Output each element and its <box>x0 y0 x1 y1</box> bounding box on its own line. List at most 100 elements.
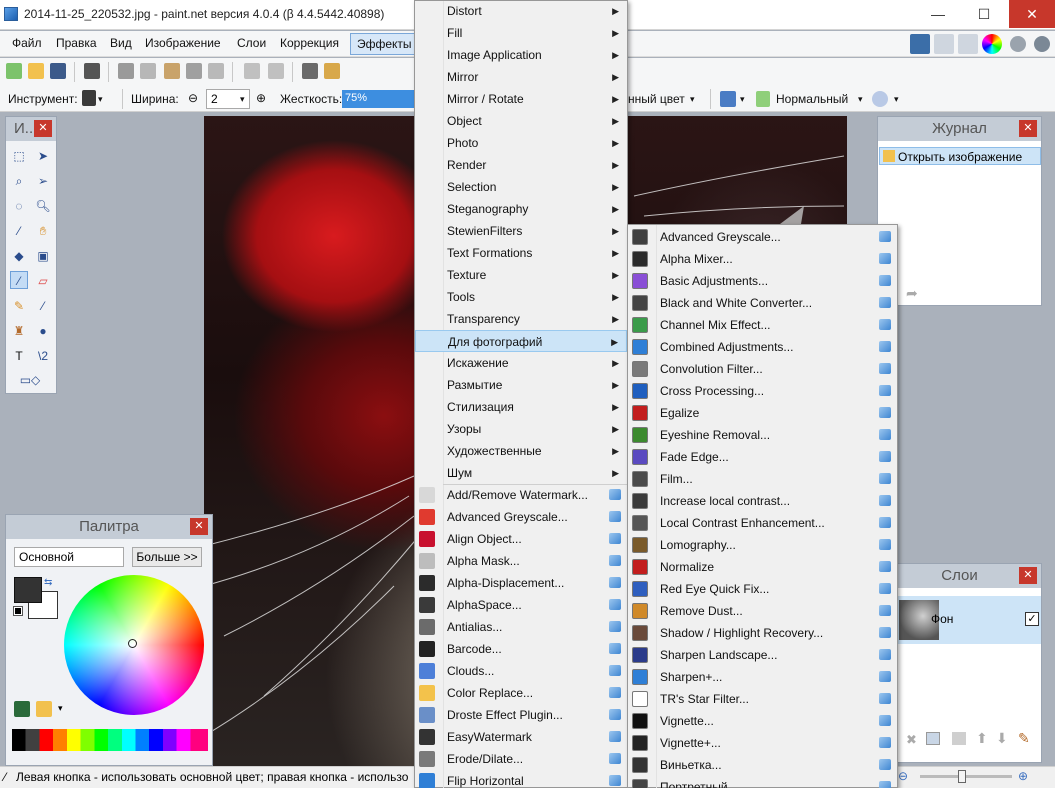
menu-file[interactable]: Файл <box>12 36 42 50</box>
effects-menu-item[interactable]: Erode/Dilate... <box>415 748 627 770</box>
effects-submenu-item[interactable]: Размытие ▶ <box>415 374 627 396</box>
effects-menu-item[interactable]: Alpha-Displacement... <box>415 572 627 594</box>
close-icon[interactable]: ✕ <box>34 120 52 137</box>
merge-down-icon[interactable] <box>952 732 966 745</box>
effects-submenu-item[interactable]: Для фотографий ▶ <box>415 330 627 352</box>
shapes-icon[interactable]: ▭◇ <box>10 371 50 389</box>
effects-menu-item[interactable]: Droste Effect Plugin... <box>415 704 627 726</box>
effects-submenu-item[interactable]: Transparency ▶ <box>415 308 627 330</box>
recolor-icon[interactable]: ● <box>34 322 52 340</box>
paintbrush-icon[interactable]: ⁄ <box>10 271 28 289</box>
chevron-down-icon[interactable]: ▾ <box>690 94 695 105</box>
photo-effect-item[interactable]: Sharpen Landscape... <box>628 644 897 666</box>
effects-submenu-item[interactable]: Искажение ▶ <box>415 352 627 374</box>
crop-icon[interactable] <box>186 63 202 79</box>
effects-menu-item[interactable]: Align Object... <box>415 528 627 550</box>
copy-icon[interactable] <box>140 63 156 79</box>
effects-submenu-item[interactable]: Selection ▶ <box>415 176 627 198</box>
effects-submenu-item[interactable]: Стилизация ▶ <box>415 396 627 418</box>
chevron-down-icon[interactable]: ▾ <box>98 94 103 105</box>
effects-menu-item[interactable]: Color Replace... <box>415 682 627 704</box>
effects-menu-item[interactable]: Advanced Greyscale... <box>415 506 627 528</box>
close-icon[interactable]: ✕ <box>1019 120 1037 137</box>
effects-submenu-item[interactable]: Texture ▶ <box>415 264 627 286</box>
zoom-slider-thumb[interactable] <box>958 770 966 783</box>
move-selected-icon[interactable]: ➢ <box>34 172 52 190</box>
delete-layer-icon[interactable]: ✖ <box>906 732 917 748</box>
effects-menu-item[interactable]: Alpha Mask... <box>415 550 627 572</box>
photo-effect-item[interactable]: Basic Adjustments... <box>628 270 897 292</box>
eraser-icon[interactable]: ▱ <box>34 272 52 290</box>
swap-colors-icon[interactable]: ⇆ <box>44 577 52 588</box>
photo-effect-item[interactable]: Red Eye Quick Fix... <box>628 578 897 600</box>
photo-effect-item[interactable]: Convolution Filter... <box>628 358 897 380</box>
open-file-icon[interactable] <box>28 63 44 79</box>
minus-icon[interactable]: ⊖ <box>188 91 198 105</box>
maximize-button[interactable]: ☐ <box>961 0 1007 28</box>
clone-stamp-icon[interactable]: ♜ <box>10 322 28 340</box>
history-item[interactable]: Открыть изображение <box>879 147 1041 165</box>
alpha-blending-icon[interactable] <box>872 91 888 107</box>
blend-flask-icon[interactable] <box>756 91 770 107</box>
photo-effect-item[interactable]: Increase local contrast... <box>628 490 897 512</box>
effects-submenu-item[interactable]: Шум ▶ <box>415 462 627 484</box>
minimize-button[interactable]: — <box>915 0 961 28</box>
hardness-slider[interactable]: 75% <box>342 90 418 108</box>
photo-effect-item[interactable]: Vignette... <box>628 710 897 732</box>
photo-effect-item[interactable]: Egalize <box>628 402 897 424</box>
antialiasing-icon[interactable] <box>720 91 736 107</box>
menu-adjustments[interactable]: Коррекция <box>280 36 339 50</box>
effects-submenu-item[interactable]: StewienFilters ▶ <box>415 220 627 242</box>
photo-effect-item[interactable]: Fade Edge... <box>628 446 897 468</box>
paint-bucket-icon[interactable]: ◆ <box>10 247 28 265</box>
lasso-icon[interactable]: ⌕ <box>10 172 28 190</box>
undo-icon[interactable] <box>244 63 260 79</box>
photo-effect-item[interactable]: Shadow / Highlight Recovery... <box>628 622 897 644</box>
photo-effect-item[interactable]: Local Contrast Enhancement... <box>628 512 897 534</box>
line-curve-icon[interactable]: \2 <box>34 347 52 365</box>
cut-icon[interactable] <box>118 63 134 79</box>
chevron-down-icon[interactable]: ▾ <box>240 94 245 105</box>
layer-visibility-checkbox[interactable]: ✓ <box>1025 612 1039 626</box>
print-icon[interactable] <box>84 63 100 79</box>
photo-effect-item[interactable]: Lomography... <box>628 534 897 556</box>
photo-effect-item[interactable]: Виньетка... <box>628 754 897 776</box>
zoom-in-icon[interactable]: ⊕ <box>1018 769 1028 783</box>
color-picker-icon[interactable]: ⁄ <box>34 297 52 315</box>
zoom-out-icon[interactable]: ⊖ <box>898 769 908 783</box>
text-tool-icon[interactable]: T <box>10 347 28 365</box>
menu-edit[interactable]: Правка <box>56 36 97 50</box>
magic-wand-icon[interactable]: ⁄ <box>10 222 28 240</box>
photo-effect-item[interactable]: Film... <box>628 468 897 490</box>
gear-icon[interactable] <box>1010 36 1026 52</box>
photo-effect-item[interactable]: Combined Adjustments... <box>628 336 897 358</box>
redo-arrow-icon[interactable]: ➦ <box>906 285 918 302</box>
chevron-down-icon[interactable]: ▾ <box>894 94 899 105</box>
chevron-down-icon[interactable]: ▾ <box>858 94 863 105</box>
close-button[interactable]: ✕ <box>1009 0 1055 28</box>
paste-icon[interactable] <box>164 63 180 79</box>
photo-effect-item[interactable]: Black and White Converter... <box>628 292 897 314</box>
effects-submenu-item[interactable]: Узоры ▶ <box>415 418 627 440</box>
redo-icon[interactable] <box>268 63 284 79</box>
effects-submenu-item[interactable]: Steganography ▶ <box>415 198 627 220</box>
photo-effect-item[interactable]: Vignette+... <box>628 732 897 754</box>
chevron-down-icon[interactable]: ▾ <box>58 703 63 714</box>
effects-menu-item[interactable]: Antialias... <box>415 616 627 638</box>
color-palette-strip[interactable] <box>12 729 208 751</box>
primary-color-swatch[interactable] <box>14 577 42 603</box>
photo-effect-item[interactable]: Портретный <box>628 776 897 788</box>
menu-effects[interactable]: Эффекты <box>350 33 419 55</box>
gradient-icon[interactable]: ▣ <box>34 247 52 265</box>
photo-effect-item[interactable]: Advanced Greyscale... <box>628 226 897 248</box>
photo-effect-item[interactable]: Sharpen+... <box>628 666 897 688</box>
close-icon[interactable]: ✕ <box>190 518 208 535</box>
photo-effect-item[interactable]: Channel Mix Effect... <box>628 314 897 336</box>
zoom-slider[interactable] <box>920 770 1012 783</box>
color-wheel-cursor[interactable] <box>128 639 137 648</box>
rectangle-select-icon[interactable]: ⬚ <box>10 147 28 165</box>
more-colors-button[interactable]: Больше >> <box>132 547 202 567</box>
layers-window-icon[interactable] <box>958 34 978 54</box>
duplicate-layer-icon[interactable] <box>926 732 940 745</box>
menu-view[interactable]: Вид <box>110 36 132 50</box>
